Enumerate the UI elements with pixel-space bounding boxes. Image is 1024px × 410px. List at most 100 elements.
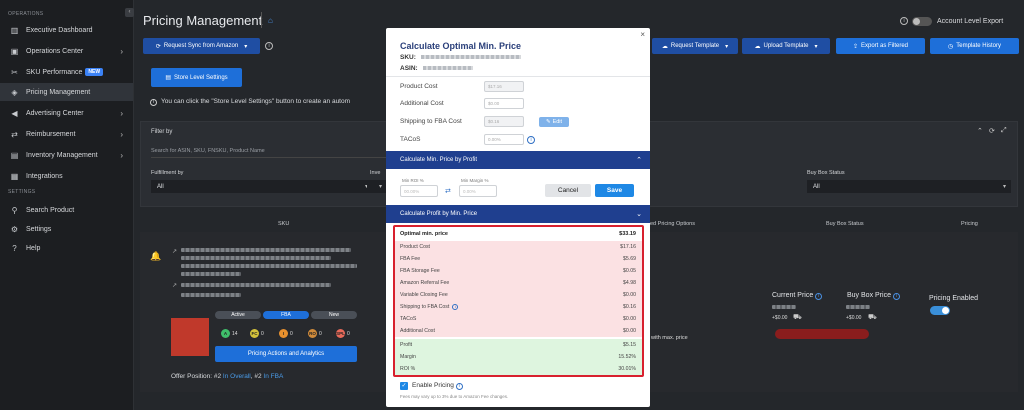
- result-value: $4.98: [623, 280, 636, 286]
- bell-icon[interactable]: 🔔: [150, 251, 161, 262]
- sync-icon: ⟳: [155, 43, 161, 50]
- request-template-label: Request Template: [670, 43, 720, 49]
- info-icon[interactable]: i: [527, 136, 535, 144]
- sidebar-collapse-icon[interactable]: ‹: [125, 8, 134, 17]
- offer-overall-link[interactable]: In Overall: [223, 373, 251, 380]
- min-margin-input[interactable]: 0.00%: [459, 185, 497, 197]
- briefcase-icon: ▣: [10, 46, 19, 56]
- sidebar-item-advertising-center[interactable]: ◀ Advertising Center ›: [0, 104, 133, 122]
- request-sync-button[interactable]: ⟳ Request Sync from Amazon ▾: [143, 38, 260, 54]
- account-level-export-toggle[interactable]: [912, 17, 932, 26]
- info-icon[interactable]: i: [892, 293, 900, 300]
- inventory-select[interactable]: ▾: [367, 180, 387, 193]
- col-sku[interactable]: SKU: [278, 221, 289, 227]
- section-min-price-by-profit[interactable]: Calculate Min. Price by Profit ⌃: [386, 151, 650, 169]
- buybox-select[interactable]: All ▾: [807, 180, 1011, 193]
- search-icon: ⚲: [11, 205, 18, 215]
- shipping-fba-input[interactable]: $0.16: [484, 116, 524, 127]
- info-icon[interactable]: i: [815, 293, 823, 300]
- info-icon[interactable]: i: [452, 304, 459, 310]
- sidebar-item-label: Help: [26, 244, 41, 252]
- external-link-icon[interactable]: ↗: [172, 282, 177, 289]
- save-button[interactable]: Save: [595, 184, 634, 197]
- product-image: [171, 318, 209, 356]
- sidebar-item-help[interactable]: ? Help: [0, 239, 133, 257]
- sidebar-item-inventory-management[interactable]: ▤ Inventory Management ›: [0, 146, 133, 164]
- store-level-settings-button[interactable]: ▤ Store Level Settings: [151, 68, 242, 87]
- tacos-input[interactable]: 0.00%: [484, 134, 524, 145]
- result-value: $5.15: [623, 342, 636, 348]
- info-icon[interactable]: i: [900, 17, 908, 25]
- truck-icon: ⛟: [793, 314, 802, 321]
- export-filtered-button[interactable]: ⇪ Export as Filtered: [836, 38, 925, 54]
- upload-template-button[interactable]: ☁ Upload Template ▾: [742, 38, 830, 54]
- current-price-blur: [772, 305, 796, 309]
- result-row-profit: Profit $5.15: [395, 339, 642, 351]
- close-icon[interactable]: ×: [640, 30, 645, 39]
- modal-sku: SKU:: [400, 54, 521, 61]
- edit-label: Edit: [552, 119, 563, 125]
- col-pricing[interactable]: Pricing: [961, 221, 978, 227]
- min-roi-label: Min ROI %: [402, 178, 424, 183]
- collapse-icon[interactable]: ⌃: [977, 127, 983, 135]
- col-buybox-status[interactable]: Buy Box Status: [826, 221, 864, 227]
- asin-blur: [181, 283, 331, 287]
- sidebar-item-search-product[interactable]: ⚲ Search Product: [0, 201, 133, 219]
- result-row-product-cost: Product Cost $17.16: [395, 241, 642, 253]
- result-label: FBA Storage Fee: [400, 268, 440, 274]
- chevron-down-icon: ▾: [1002, 184, 1006, 190]
- cancel-button[interactable]: Cancel: [545, 184, 591, 197]
- info-icon[interactable]: i: [265, 42, 273, 50]
- buybox-value: All: [813, 183, 820, 190]
- pencil-icon: ✎: [545, 119, 551, 125]
- with-max-price-label: with max. price: [651, 335, 688, 341]
- notice-text: i You can click the "Store Level Settings…: [150, 98, 350, 106]
- col-pricing-options[interactable]: ed Pricing Options: [650, 221, 695, 227]
- pricing-actions-button[interactable]: Pricing Actions and Analytics: [215, 346, 357, 362]
- info-icon[interactable]: i: [455, 383, 463, 390]
- template-history-button[interactable]: ◷ Template History: [930, 38, 1019, 54]
- offer-fba-link[interactable]: In FBA: [263, 373, 283, 380]
- section-profit-by-min-price[interactable]: Calculate Profit by Min. Price ⌄: [386, 205, 650, 223]
- sidebar-item-integrations[interactable]: ▦ Integrations: [0, 167, 133, 185]
- home-icon[interactable]: ⌂: [268, 16, 273, 25]
- refresh-icon[interactable]: ⟳: [989, 127, 995, 135]
- product-cost-input[interactable]: $17.16: [484, 81, 524, 92]
- request-template-button[interactable]: ☁ Request Template ▾: [652, 38, 738, 54]
- result-label: TACoS: [400, 316, 417, 322]
- sidebar-section-settings: SETTINGS: [8, 189, 36, 195]
- additional-cost-input[interactable]: $0.00: [484, 98, 524, 109]
- sidebar-item-executive-dashboard[interactable]: ▥ Executive Dashboard: [0, 21, 133, 39]
- expand-icon[interactable]: ⤢: [1001, 127, 1007, 135]
- status-pill-fba: FBA: [263, 311, 309, 319]
- current-price-label: Current Price i: [772, 292, 823, 300]
- asin-blur: [422, 66, 473, 71]
- pricing-enabled-toggle[interactable]: [930, 306, 950, 315]
- min-roi-input[interactable]: 00.00%: [400, 185, 438, 197]
- account-level-export-label: Account Level Export: [937, 18, 1004, 25]
- sidebar-item-pricing-management[interactable]: ◈ Pricing Management: [0, 83, 133, 101]
- product-name-blur: [181, 256, 331, 260]
- product-name-blur: [181, 248, 351, 252]
- sidebar-item-operations-center[interactable]: ▣ Operations Center ›: [0, 42, 133, 60]
- filter-search-input[interactable]: Search for ASIN, SKU, FNSKU, Product Nam…: [151, 144, 386, 158]
- result-label: Additional Cost: [400, 328, 435, 334]
- sidebar-item-reimbursement[interactable]: ⇄ Reimbursement ›: [0, 125, 133, 143]
- page-title: Pricing Management: [143, 13, 263, 28]
- external-link-icon[interactable]: ↗: [172, 248, 177, 255]
- edit-button[interactable]: ✎ Edit: [539, 117, 569, 127]
- gear-icon: ⚙: [10, 224, 19, 234]
- sidebar-item-settings[interactable]: ⚙ Settings: [0, 220, 133, 238]
- enable-pricing-checkbox[interactable]: ✓: [400, 382, 408, 390]
- result-row-shipping-fba: Shipping to FBA Cost i $0.16: [395, 301, 642, 313]
- buy-box-price-text: Buy Box Price: [847, 292, 891, 299]
- swap-icon[interactable]: ⇄: [445, 187, 451, 195]
- result-value: $33.19: [619, 231, 636, 237]
- offer-rank-overall: #2: [213, 373, 222, 380]
- fulfillment-select[interactable]: All ▾: [151, 180, 373, 193]
- store-level-settings-label: Store Level Settings: [173, 74, 228, 81]
- sidebar-item-sku-performance[interactable]: ✂ SKU Performance NEW: [0, 63, 133, 81]
- result-label: Variable Closing Fee: [400, 292, 448, 298]
- result-row-additional-cost: Additional Cost $0.00: [395, 325, 642, 337]
- stat-value: 0: [290, 331, 293, 337]
